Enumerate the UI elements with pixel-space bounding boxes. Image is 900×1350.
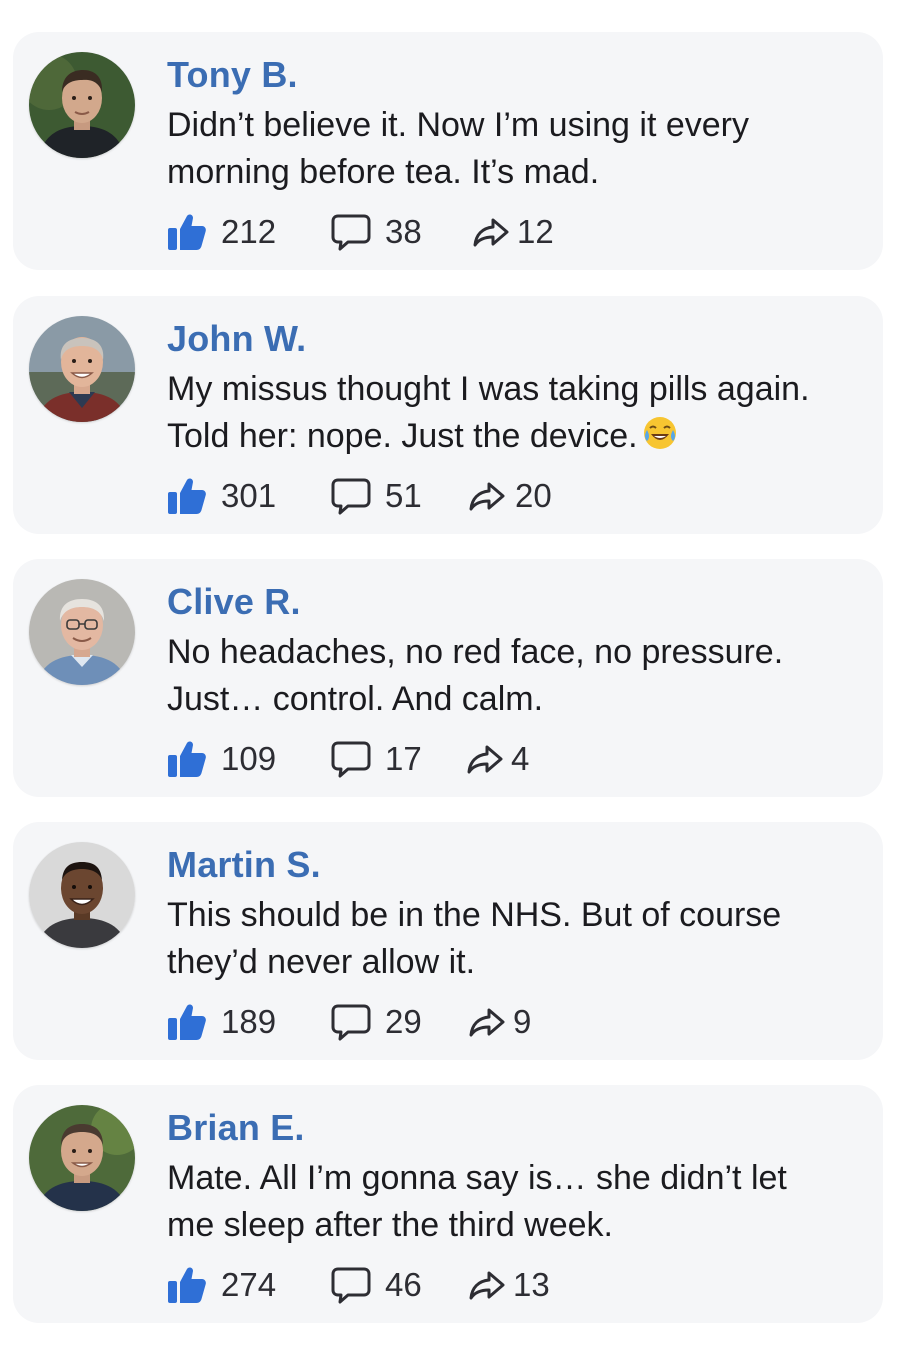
comment-bubble-icon [331, 477, 371, 515]
comment-text: This should be in the NHS. But of course… [167, 896, 782, 981]
action-bar: 212 38 12 [167, 210, 667, 254]
action-bar: 301 51 20 [167, 474, 667, 518]
comment-button[interactable]: 17 [331, 737, 422, 781]
comment-button[interactable]: 38 [331, 210, 422, 254]
share-button[interactable]: 13 [469, 1263, 550, 1307]
share-count: 9 [513, 1003, 532, 1040]
share-count: 20 [515, 477, 552, 514]
share-count: 4 [511, 740, 530, 777]
action-bar: 274 46 13 [167, 1263, 667, 1307]
like-count: 301 [221, 477, 277, 514]
author-name[interactable]: Clive R. [167, 581, 301, 623]
avatar[interactable] [29, 1105, 135, 1211]
comment-button[interactable]: 46 [331, 1263, 422, 1307]
action-bar: 109 17 4 [167, 737, 667, 781]
share-button[interactable]: 12 [473, 210, 554, 254]
comment-text: Mate. All I’m gonna say is… she didn’t l… [167, 1159, 787, 1244]
share-button[interactable]: 4 [467, 737, 529, 781]
comment-card: Martin S. This should be in the NHS. But… [13, 822, 883, 1060]
comment-feed: Tony B. Didn’t believe it. Now I’m using… [0, 0, 900, 1350]
comment-count: 17 [385, 740, 422, 777]
comment-button[interactable]: 29 [331, 1000, 422, 1044]
share-arrow-icon [469, 1006, 505, 1038]
comment-card: Clive R. No headaches, no red face, no p… [13, 559, 883, 797]
share-count: 12 [517, 213, 554, 250]
like-count: 109 [221, 740, 277, 777]
like-button[interactable]: 109 [167, 737, 276, 781]
like-count: 189 [221, 1003, 277, 1040]
comment-card: John W. My missus thought I was taking p… [13, 296, 883, 534]
like-button[interactable]: 212 [167, 210, 276, 254]
share-arrow-icon [467, 743, 503, 775]
like-count: 212 [221, 213, 277, 250]
action-bar: 189 29 9 [167, 1000, 667, 1044]
thumbs-up-icon [167, 739, 207, 779]
author-name[interactable]: Martin S. [167, 844, 321, 886]
author-name[interactable]: John W. [167, 318, 306, 360]
like-button[interactable]: 301 [167, 474, 276, 518]
like-button[interactable]: 274 [167, 1263, 276, 1307]
avatar[interactable] [29, 579, 135, 685]
comment-bubble-icon [331, 1003, 371, 1041]
author-name[interactable]: Tony B. [167, 54, 298, 96]
share-button[interactable]: 9 [469, 1000, 531, 1044]
share-button[interactable]: 20 [469, 474, 552, 518]
avatar[interactable] [29, 316, 135, 422]
thumbs-up-icon [167, 476, 207, 516]
comment-button[interactable]: 51 [331, 474, 422, 518]
author-name[interactable]: Brian E. [167, 1107, 305, 1149]
like-count: 274 [221, 1266, 277, 1303]
avatar[interactable] [29, 842, 135, 948]
comment-count: 29 [385, 1003, 422, 1040]
comment-text-body: My missus thought I was taking pills aga… [167, 370, 810, 455]
thumbs-up-icon [167, 1265, 207, 1305]
comment-text: No headaches, no red face, no pressure. … [167, 633, 784, 718]
comment-bubble-icon [331, 213, 371, 251]
comment-card: Tony B. Didn’t believe it. Now I’m using… [13, 32, 883, 270]
share-count: 13 [513, 1266, 550, 1303]
comment-text: My missus thought I was taking pills aga… [167, 366, 877, 460]
comment-card: Brian E. Mate. All I’m gonna say is… she… [13, 1085, 883, 1323]
share-arrow-icon [473, 216, 509, 248]
comment-count: 46 [385, 1266, 422, 1303]
avatar[interactable] [29, 52, 135, 158]
thumbs-up-icon [167, 1002, 207, 1042]
share-arrow-icon [469, 1269, 505, 1301]
share-arrow-icon [469, 480, 505, 512]
tears-of-joy-emoji [642, 415, 678, 451]
thumbs-up-icon [167, 212, 207, 252]
comment-bubble-icon [331, 740, 371, 778]
comment-count: 38 [385, 213, 422, 250]
like-button[interactable]: 189 [167, 1000, 276, 1044]
comment-bubble-icon [331, 1266, 371, 1304]
comment-text: Didn’t believe it. Now I’m using it ever… [167, 106, 750, 191]
comment-count: 51 [385, 477, 422, 514]
